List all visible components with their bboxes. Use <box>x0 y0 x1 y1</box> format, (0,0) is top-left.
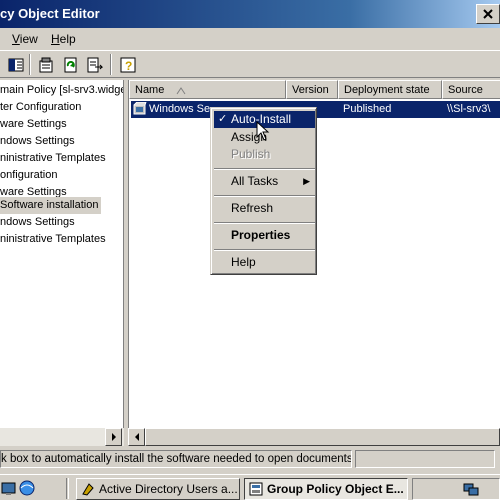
show-hide-tree-icon <box>8 58 24 71</box>
row-source: \\Sl-srv3\ <box>443 101 500 118</box>
quick-launch-desktop[interactable] <box>0 479 18 497</box>
status-bar: k box to automatically install the softw… <box>0 448 500 470</box>
taskbar-active-directory-users[interactable]: Active Directory Users a... <box>76 478 240 500</box>
tree-item-administrative-templates[interactable]: ninistrative Templates <box>0 150 106 167</box>
menu-separator <box>214 168 315 170</box>
system-tray <box>412 478 500 500</box>
menu-item-publish: Publish <box>231 147 271 161</box>
title-bar: cy Object Editor <box>0 0 500 28</box>
column-header-version[interactable]: Version <box>286 80 338 99</box>
submenu-arrow-icon: ▶ <box>303 176 310 186</box>
toolbar-separator <box>29 54 31 75</box>
show-hide-tree-button[interactable] <box>5 54 27 75</box>
refresh-icon <box>64 57 77 72</box>
tree-item-domain-policy[interactable]: main Policy [sl-srv3.widge <box>0 82 123 99</box>
tree-item-computer-configuration[interactable]: ter Configuration <box>0 99 81 116</box>
status-text: k box to automatically install the softw… <box>0 450 352 468</box>
refresh-button[interactable] <box>60 54 82 75</box>
export-list-button[interactable] <box>84 54 106 75</box>
console-tree: main Policy [sl-srv3.widge ter Configura… <box>0 80 124 428</box>
arrow-left-icon <box>134 433 139 441</box>
close-button[interactable] <box>476 4 500 24</box>
group-policy-icon <box>249 482 263 496</box>
package-icon <box>133 102 147 115</box>
properties-icon <box>39 57 53 72</box>
menu-help[interactable]: Help <box>51 32 76 46</box>
menu-item-all-tasks[interactable]: All Tasks ▶ <box>214 173 315 190</box>
help-button[interactable]: ? <box>117 54 139 75</box>
tree-item-user-configuration[interactable]: onfiguration <box>0 167 58 184</box>
menu-item-refresh[interactable]: Refresh <box>214 200 315 217</box>
help-icon: ? <box>120 57 136 73</box>
tree-horizontal-scrollbar[interactable] <box>0 428 124 446</box>
scroll-left-button[interactable] <box>128 428 145 446</box>
menu-item-help[interactable]: Help <box>214 254 315 271</box>
row-deployment-state: Published <box>339 101 443 118</box>
menu-separator <box>214 195 315 197</box>
column-header-deployment-state[interactable]: Deployment state <box>338 80 442 99</box>
export-list-icon <box>87 57 103 72</box>
checkmark-icon: ✓ <box>218 113 228 125</box>
status-pane <box>355 450 495 468</box>
tree-item-software-installation[interactable]: Software installation <box>0 197 102 214</box>
tray-network-icon[interactable] <box>463 481 479 497</box>
menu-item-properties[interactable]: Properties <box>214 227 315 244</box>
taskbar-separator <box>66 478 69 499</box>
toolbar: ? <box>0 50 500 78</box>
quick-launch-browser[interactable] <box>18 479 36 497</box>
sort-ascending-icon <box>176 87 186 95</box>
list-horizontal-scrollbar[interactable] <box>128 428 500 446</box>
taskbar-group-policy-object-editor[interactable]: Group Policy Object E... <box>244 478 408 500</box>
menu-separator <box>214 222 315 224</box>
window-title: cy Object Editor <box>0 6 100 21</box>
desktop-icon <box>1 482 16 495</box>
tree-item-software-settings[interactable]: ware Settings <box>0 116 67 133</box>
tree-item-user-windows-settings[interactable]: ndows Settings <box>0 214 75 231</box>
scroll-right-button[interactable] <box>105 428 122 446</box>
svg-text:?: ? <box>125 59 132 73</box>
close-icon <box>483 9 493 19</box>
arrow-right-icon <box>111 433 116 441</box>
toolbar-separator <box>110 54 112 75</box>
browser-icon <box>19 480 35 496</box>
properties-button[interactable] <box>35 54 57 75</box>
menu-separator <box>214 249 315 251</box>
column-header-name[interactable]: Name <box>129 80 286 99</box>
column-header-source[interactable]: Source <box>442 80 500 99</box>
active-directory-icon <box>82 483 94 496</box>
tree-item-user-administrative-templates[interactable]: ninistrative Templates <box>0 231 106 248</box>
menu-bar: View Help <box>0 28 500 50</box>
taskbar: Active Directory Users a... Group Policy… <box>0 474 500 500</box>
tree-item-windows-settings[interactable]: ndows Settings <box>0 133 75 150</box>
menu-view[interactable]: View <box>12 32 38 46</box>
scroll-thumb[interactable] <box>145 428 500 446</box>
mouse-cursor-icon <box>256 121 270 141</box>
